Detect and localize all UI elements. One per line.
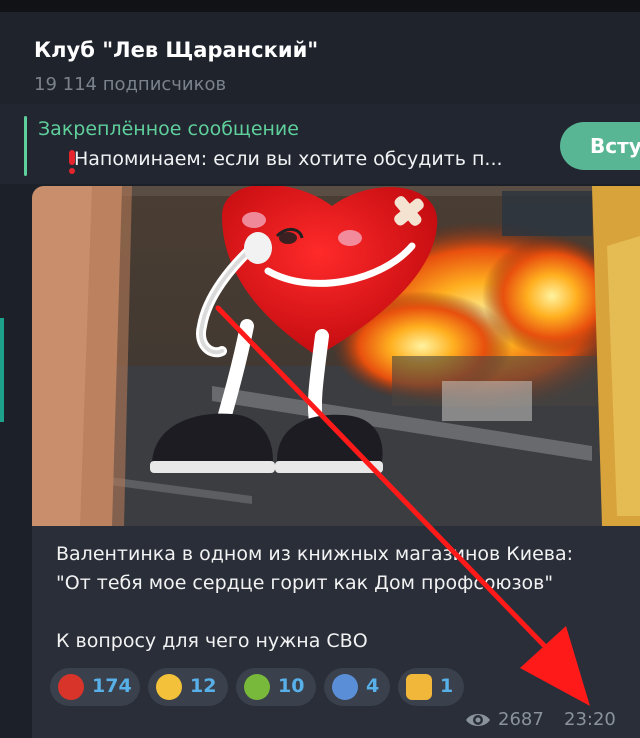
thumbs-up-icon [406,674,432,700]
scroll-indicator [0,318,4,422]
eye-icon [466,714,490,726]
subscriber-count: 19 114 подписчиков [34,74,227,95]
reaction-count: 10 [278,675,305,697]
post-time: 23:20 [564,709,616,730]
crying-face-icon [156,674,182,700]
post-text-line: "От тебя мое сердце горит как Дом профсо… [56,572,554,594]
screaming-face-icon [332,674,358,700]
reaction-button[interactable]: 1 [398,668,464,706]
window-top-bar [0,0,640,12]
post-text-line: Валентинка в одном из книжных магазинов … [56,543,574,565]
reaction-button[interactable]: 12 [148,668,228,706]
vomiting-face-icon [244,674,270,700]
post-text-line: К вопросу для чего нужна СВО [56,630,368,652]
cursing-face-icon [58,674,84,700]
join-button[interactable]: Всту [560,122,640,170]
reaction-count: 174 [92,675,132,697]
pinned-title: Закреплённое сообщение [38,118,299,140]
pinned-indicator-bar [24,116,27,176]
reaction-button[interactable]: 174 [50,668,140,706]
reaction-count: 4 [366,675,380,697]
reaction-button[interactable]: 10 [236,668,316,706]
channel-title: Клуб "Лев Щаранский" [34,38,319,62]
pinned-preview-text: Напоминаем: если вы хотите обсудить п... [74,148,503,170]
reaction-count: 1 [440,675,454,697]
channel-header[interactable]: Клуб "Лев Щаранский" 19 114 подписчиков [0,12,640,104]
pinned-message-banner[interactable]: Закреплённое сообщение Напоминаем: если … [0,104,640,184]
channel-post[interactable]: Валентинка в одном из книжных магазинов … [32,186,640,738]
post-image[interactable] [32,186,640,526]
reaction-count: 12 [190,675,217,697]
reaction-button[interactable]: 4 [324,668,390,706]
post-text: Валентинка в одном из книжных магазинов … [56,540,636,656]
view-count: 2687 [498,709,544,730]
